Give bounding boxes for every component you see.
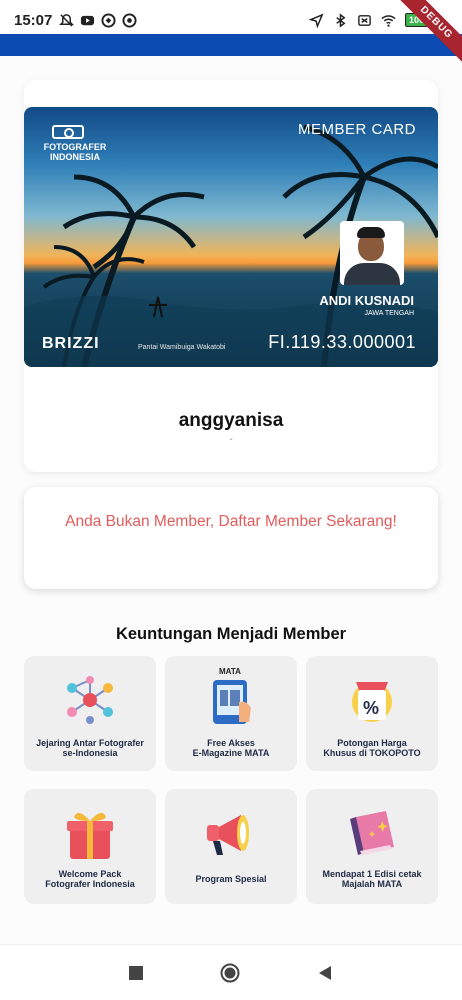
app-bar [0,34,462,56]
benefit-label-gift: Welcome Pack Fotografer Indonesia [45,869,135,889]
notifications-off-icon [59,13,75,27]
register-member-link[interactable]: Anda Bukan Member, Daftar Member Sekaran… [24,513,438,531]
card-holder-region: JAWA TENGAH [364,310,414,317]
username: anggyanisa [178,410,284,431]
home-button[interactable] [220,963,240,983]
benefits-title: Keuntungan Menjadi Member [115,625,347,643]
brizzi-logo: BRIZZI [42,335,100,352]
benefit-tile-program[interactable]: Program Spesial [165,789,297,904]
camera-icon [52,125,84,139]
magazine-icon: MATA [213,667,251,724]
benefit-tile-gift[interactable]: Welcome Pack Fotografer Indonesia [24,789,156,904]
location-icon [308,12,324,28]
member-card-panel: FOTOGRAFER INDONESIA MEMBER CARD ANDI KU… [24,80,438,472]
wifi-icon [381,14,396,27]
youtube-icon [81,15,95,25]
network-icon [67,676,113,724]
status-time: 15:07 [14,11,53,29]
org-logo-text: FOTOGRAFER INDONESIA [43,142,107,162]
gift-icon [67,812,113,859]
member-number: FI.119.33.000001 [268,332,416,352]
member-photo [340,221,404,285]
user-subtitle: - [229,434,233,445]
svg-text:%: % [363,698,379,718]
main-content[interactable]: FOTOGRAFER INDONESIA MEMBER CARD ANDI KU… [0,56,462,944]
benefit-label-program: Program Spesial [195,874,267,884]
megaphone-icon [207,815,249,855]
system-nav-bar [0,944,462,1000]
benefit-tile-magazine[interactable]: MATA Free Akses E-Magazine MATA [165,656,297,771]
app-icon [101,12,116,28]
benefit-label-network: Jejaring Antar Fotografer se-Indonesia [36,738,144,758]
benefit-label-discount: Potongan Harga Khusus di TOKOPOTO [323,738,421,758]
register-member-card[interactable]: Anda Bukan Member, Daftar Member Sekaran… [24,487,438,589]
recents-button[interactable] [126,963,146,983]
app-icon-2 [122,12,137,28]
no-sim-icon [358,14,371,26]
member-card[interactable]: FOTOGRAFER INDONESIA MEMBER CARD ANDI KU… [24,107,438,367]
card-holder-name: ANDI KUSNADI [319,293,414,308]
benefit-label-print-magazine: Mendapat 1 Edisi cetak Majalah MATA [322,869,422,889]
mata-badge: MATA [219,667,241,676]
benefit-tile-print-magazine[interactable]: Mendapat 1 Edisi cetak Majalah MATA [306,789,438,904]
card-title: MEMBER CARD [297,121,416,138]
benefit-tile-discount[interactable]: % Potongan Harga Khusus di TOKOPOTO [306,656,438,771]
benefit-tile-network[interactable]: Jejaring Antar Fotografer se-Indonesia [24,656,156,771]
bluetooth-icon [336,12,346,28]
back-button[interactable] [316,963,336,983]
org-logo: FOTOGRAFER INDONESIA [40,125,110,162]
book-icon [350,811,394,855]
discount-icon: % [352,682,392,722]
benefit-label-magazine: Free Akses E-Magazine MATA [192,738,270,758]
photo-caption: Pantai Wamibuiga Wakatobi [138,344,226,351]
